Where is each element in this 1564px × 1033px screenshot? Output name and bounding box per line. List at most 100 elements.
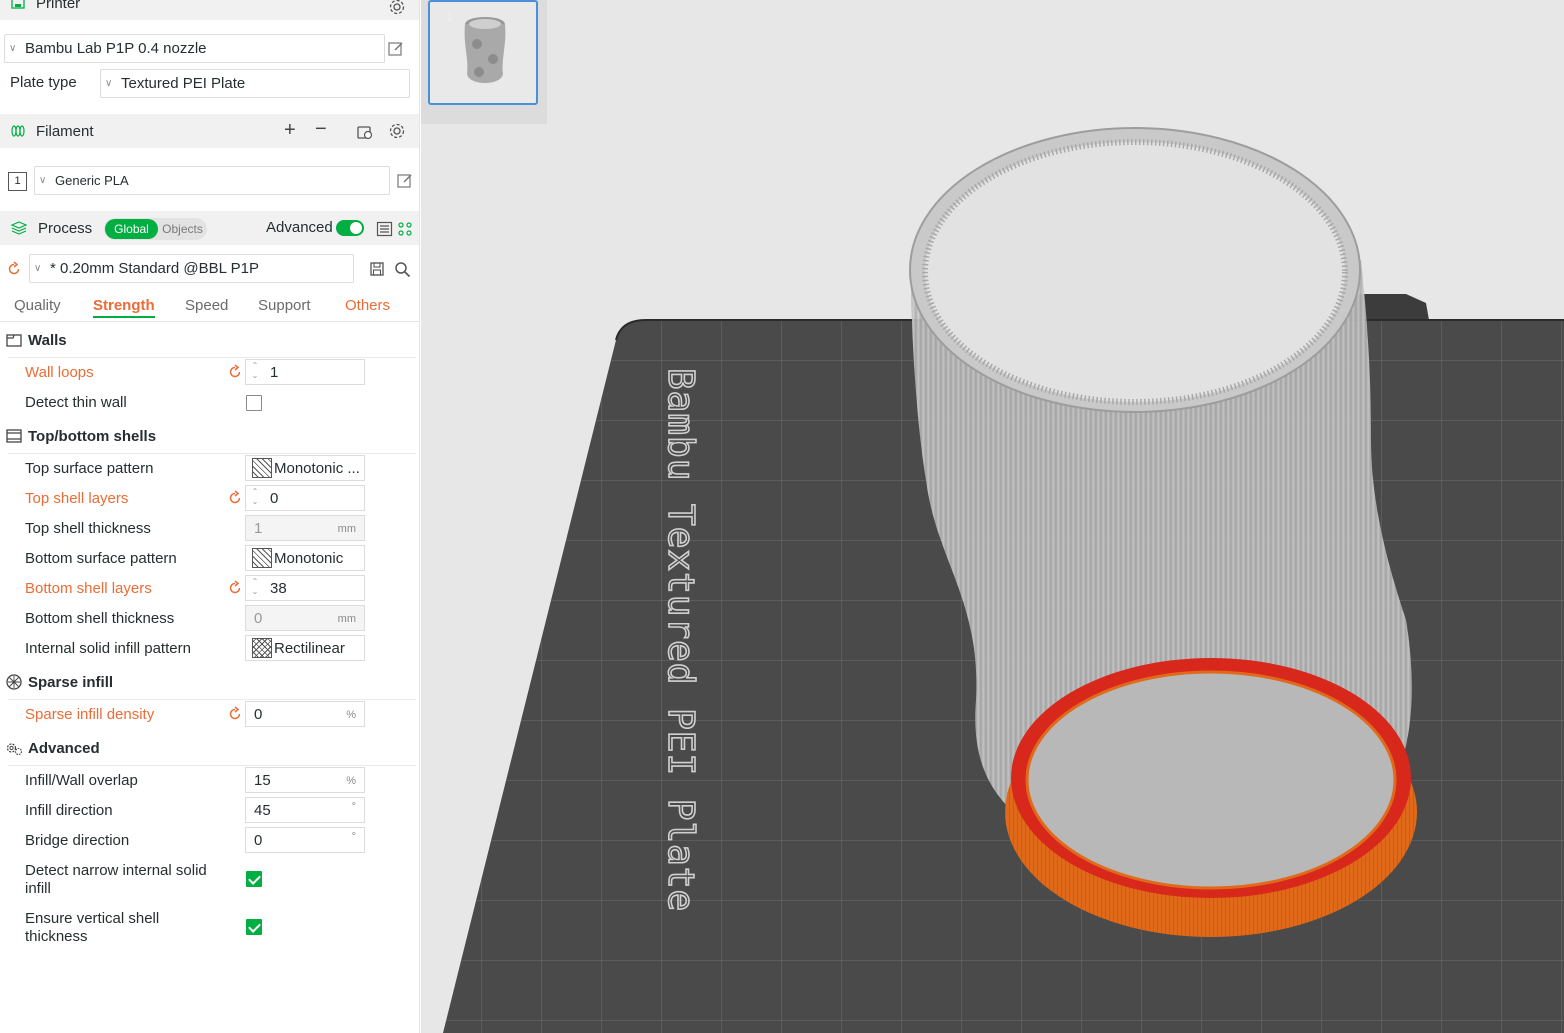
infill-wall-overlap-input[interactable]: 15 %	[245, 767, 365, 793]
filament-slot-badge[interactable]: 1	[8, 172, 27, 191]
global-objects-toggle[interactable]: Global Objects	[104, 218, 207, 240]
edit-filament-icon[interactable]	[396, 172, 414, 190]
bottom-surface-pattern-select[interactable]: Monotonic	[245, 545, 365, 571]
detect-thin-wall-checkbox[interactable]	[246, 395, 262, 411]
reset-bottom-shell-layers-icon[interactable]	[227, 580, 243, 596]
filament-select-value: Generic PLA	[55, 173, 129, 188]
internal-solid-infill-pattern-select[interactable]: Rectilinear	[245, 635, 365, 661]
ensure-vertical-shell-thickness-checkbox[interactable]	[246, 919, 262, 935]
bottom-surface-pattern-value: Monotonic	[274, 549, 344, 567]
filament-section-title: Filament	[36, 122, 94, 140]
chevron-down-icon: ∨	[34, 263, 42, 274]
process-layers-icon	[10, 220, 28, 236]
setting-top-shell-thickness: Top shell thickness 1 mm	[25, 515, 419, 545]
tab-support[interactable]: Support	[258, 297, 311, 314]
walls-icon	[5, 331, 23, 349]
spin-arrows-icon[interactable]: ⌃ ⌄	[249, 361, 261, 383]
sparse-infill-density-input[interactable]: 0 %	[245, 701, 365, 727]
wall-loops-value: 1	[270, 363, 279, 381]
bottom-shell-layers-label: Bottom shell layers	[25, 580, 152, 597]
edit-printer-icon[interactable]	[387, 40, 405, 58]
process-tabs: Quality Strength Speed Support Others	[0, 292, 419, 322]
reset-wall-loops-icon[interactable]	[227, 364, 243, 380]
chevron-down-icon: ∨	[39, 175, 47, 186]
bottom-surface-pattern-label: Bottom surface pattern	[25, 550, 177, 567]
reset-preset-icon[interactable]	[6, 261, 22, 277]
top-surface-pattern-select[interactable]: Monotonic ...	[245, 455, 365, 481]
process-preset-select[interactable]: ∨ * 0.20mm Standard @BBL P1P	[29, 254, 354, 283]
compare-icon[interactable]	[376, 220, 394, 238]
infill-direction-unit: °	[351, 801, 356, 813]
sync-filament-icon[interactable]	[356, 123, 374, 141]
setting-infill-wall-overlap: Infill/Wall overlap 15 %	[25, 767, 419, 797]
remove-filament-icon[interactable]: −	[315, 118, 327, 141]
label-line-2: infill	[25, 880, 51, 897]
sliced-base-ring[interactable]	[1005, 658, 1417, 937]
wall-loops-input[interactable]: ⌃ ⌄ 1	[245, 359, 365, 385]
top-shell-thickness-label: Top shell thickness	[25, 520, 151, 537]
bottom-shell-layers-input[interactable]: ⌃ ⌄ 38	[245, 575, 365, 601]
plate-thumbnail-strip: 1	[421, 0, 547, 124]
bridge-direction-input[interactable]: 0 °	[245, 827, 365, 853]
infill-wall-overlap-value: 15	[254, 771, 271, 789]
setting-bottom-surface-pattern: Bottom surface pattern Monotonic	[25, 545, 419, 575]
top-shell-thickness-unit: mm	[337, 523, 356, 535]
filament-select[interactable]: ∨ Generic PLA	[34, 166, 390, 195]
tab-speed[interactable]: Speed	[185, 297, 228, 314]
search-icon[interactable]	[394, 261, 411, 278]
setting-top-shell-layers: Top shell layers ⌃ ⌄ 0	[25, 485, 419, 515]
object-list-icon[interactable]	[397, 221, 413, 237]
printer-select[interactable]: ∨ Bambu Lab P1P 0.4 nozzle	[4, 34, 385, 63]
setting-detect-thin-wall: Detect thin wall	[25, 389, 419, 419]
advanced-group-header: Advanced	[0, 736, 419, 766]
bottom-shell-thickness-unit: mm	[337, 613, 356, 625]
infill-direction-input[interactable]: 45 °	[245, 797, 365, 823]
shells-group-header: Top/bottom shells	[0, 424, 419, 454]
infill-wall-overlap-unit: %	[346, 775, 356, 787]
detect-narrow-internal-solid-infill-checkbox[interactable]	[246, 871, 262, 887]
add-filament-icon[interactable]: +	[284, 119, 296, 142]
sparse-infill-density-value: 0	[254, 705, 263, 723]
label-line-1: Detect narrow internal solid	[25, 862, 207, 879]
printer-icon	[10, 0, 26, 11]
spin-arrows-icon[interactable]: ⌃ ⌄	[249, 577, 261, 599]
wall-loops-label: Wall loops	[25, 364, 94, 381]
walls-group-title: Walls	[28, 331, 67, 349]
sparse-infill-density-unit: %	[346, 709, 356, 721]
top-shell-thickness-input[interactable]: 1 mm	[245, 515, 365, 541]
tab-others[interactable]: Others	[345, 297, 390, 314]
filament-icon	[10, 123, 26, 139]
global-option[interactable]: Global	[105, 219, 158, 239]
setting-ensure-vertical-shell-thickness: Ensure vertical shell thickness	[25, 905, 419, 947]
printer-section-title: Printer	[36, 0, 81, 12]
ensure-vertical-shell-thickness-label: Ensure vertical shell thickness	[25, 910, 159, 946]
plate-type-label: Plate type	[10, 74, 77, 91]
tab-quality[interactable]: Quality	[14, 297, 61, 314]
printer-settings-icon[interactable]	[388, 0, 406, 16]
filament-slot-number: 1	[14, 175, 21, 187]
tab-strength[interactable]: Strength	[93, 297, 155, 318]
scene-canvas[interactable]: Bambu Textured PEI Plate	[421, 0, 1564, 1033]
sparse-infill-group-title: Sparse infill	[28, 673, 114, 691]
advanced-toggle[interactable]	[336, 220, 364, 236]
bridge-direction-label: Bridge direction	[25, 832, 130, 849]
plate-thumbnail[interactable]: 1	[428, 0, 538, 105]
bottom-shell-thickness-input[interactable]: 0 mm	[245, 605, 365, 631]
advanced-gears-icon	[5, 739, 23, 757]
setting-bottom-shell-layers: Bottom shell layers ⌃ ⌄ 38	[25, 575, 419, 605]
spin-arrows-icon[interactable]: ⌃ ⌄	[249, 487, 261, 509]
plate-type-select[interactable]: ∨ Textured PEI Plate	[100, 69, 410, 98]
reset-sparse-infill-density-icon[interactable]	[227, 706, 243, 722]
filament-settings-icon[interactable]	[388, 122, 406, 140]
top-shell-layers-value: 0	[270, 489, 279, 507]
save-preset-icon[interactable]	[369, 261, 385, 277]
reset-top-shell-layers-icon[interactable]	[227, 490, 243, 506]
top-shell-layers-input[interactable]: ⌃ ⌄ 0	[245, 485, 365, 511]
shells-icon	[5, 427, 23, 445]
3d-viewport[interactable]: Bambu Textured PEI Plate 1	[421, 0, 1564, 1033]
plate-number: 1	[446, 10, 453, 24]
sparse-infill-icon	[5, 673, 23, 691]
setting-infill-direction: Infill direction 45 °	[25, 797, 419, 827]
sparse-infill-density-label: Sparse infill density	[25, 706, 155, 723]
objects-option[interactable]: Objects	[160, 219, 205, 239]
